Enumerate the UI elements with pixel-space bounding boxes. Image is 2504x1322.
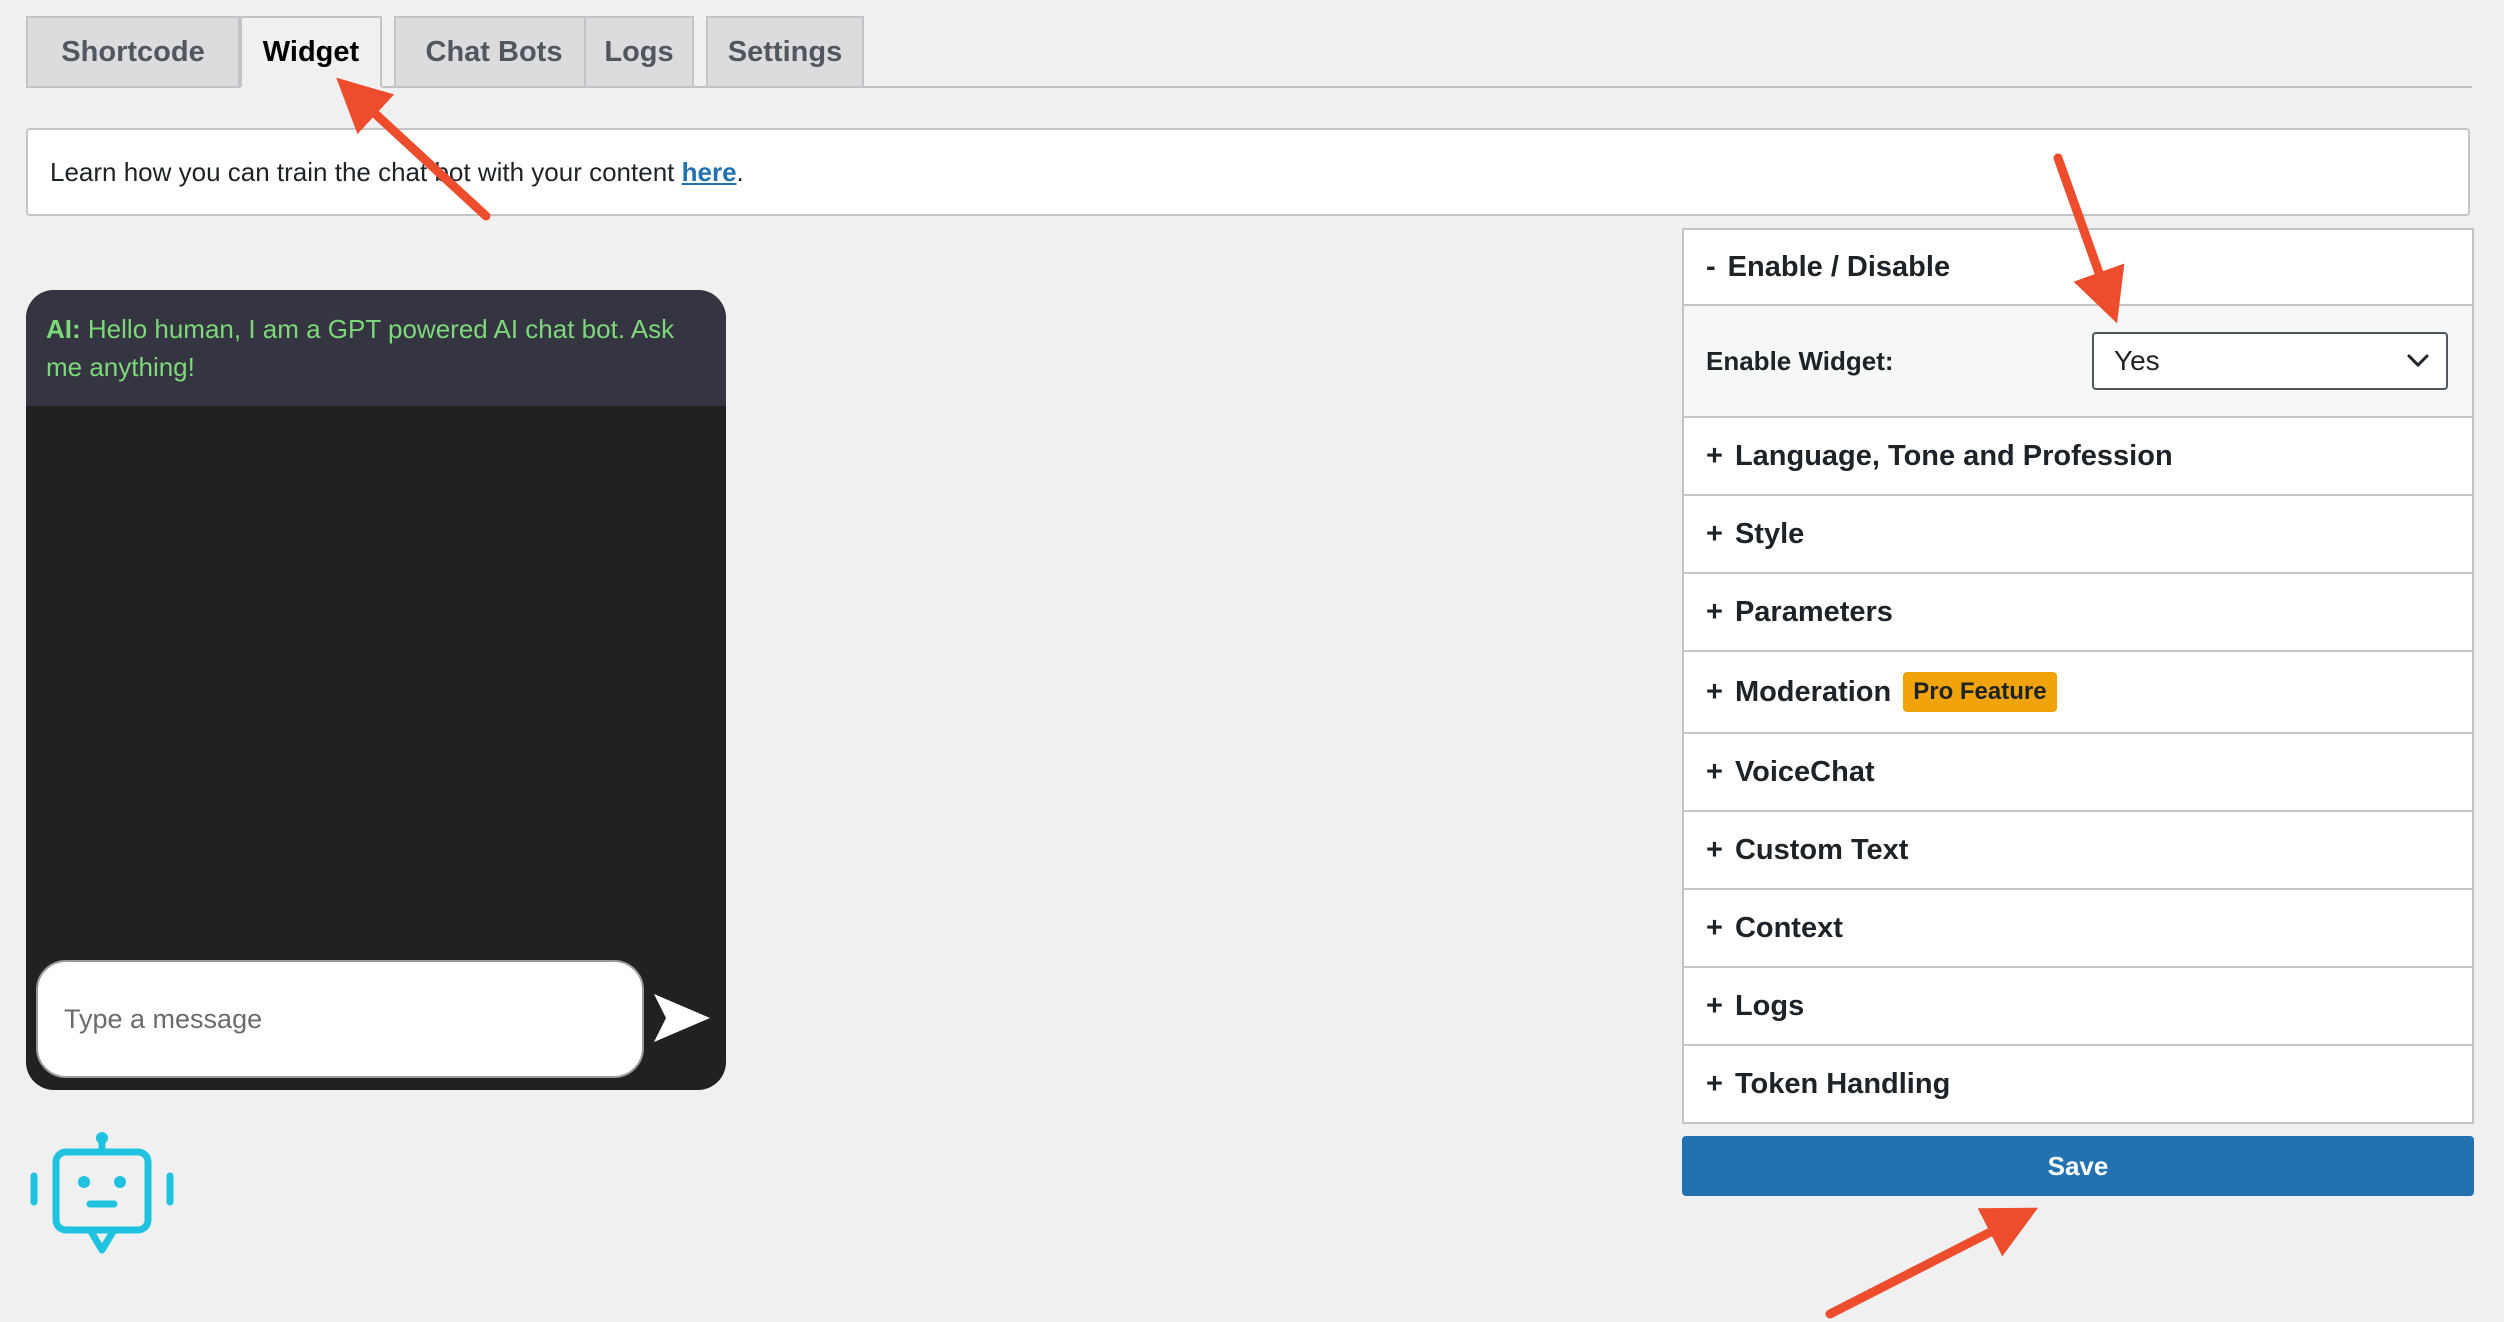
section-title: Enable / Disable bbox=[1727, 250, 1951, 283]
section-language-tone-profession[interactable]: + Language, Tone and Profession bbox=[1682, 418, 2474, 496]
section-enable-disable[interactable]: - Enable / Disable bbox=[1682, 228, 2474, 306]
section-title: Token Handling bbox=[1734, 1067, 1951, 1100]
expand-sign: + bbox=[1706, 1067, 1723, 1100]
bot-icon[interactable] bbox=[28, 1130, 176, 1262]
tab-shortcode[interactable]: Shortcode bbox=[26, 16, 240, 86]
section-title: Language, Tone and Profession bbox=[1734, 439, 2173, 472]
section-context[interactable]: + Context bbox=[1682, 890, 2474, 968]
send-icon[interactable] bbox=[652, 992, 712, 1044]
chevron-down-icon bbox=[2407, 354, 2429, 368]
enable-widget-label: Enable Widget: bbox=[1706, 345, 1894, 376]
settings-panel: - Enable / Disable Enable Widget: Yes + … bbox=[1682, 228, 2474, 1124]
section-custom-text[interactable]: + Custom Text bbox=[1682, 812, 2474, 890]
message-input-placeholder: Type a message bbox=[64, 1003, 263, 1034]
expand-sign: + bbox=[1706, 833, 1723, 866]
chat-message: AI: Hello human, I am a GPT powered AI c… bbox=[26, 290, 726, 406]
section-title: Context bbox=[1734, 911, 1843, 944]
chat-widget-preview: AI: Hello human, I am a GPT powered AI c… bbox=[26, 290, 726, 1090]
expand-sign: + bbox=[1706, 911, 1723, 944]
notice-link[interactable]: here bbox=[682, 157, 737, 188]
notice-suffix: . bbox=[736, 156, 744, 187]
expand-sign: + bbox=[1706, 755, 1723, 788]
expand-sign: + bbox=[1706, 517, 1723, 550]
section-logs[interactable]: + Logs bbox=[1682, 968, 2474, 1046]
enable-widget-select[interactable]: Yes bbox=[2092, 332, 2448, 390]
tab-widget[interactable]: Widget bbox=[240, 16, 382, 88]
section-title: Logs bbox=[1734, 989, 1805, 1022]
expand-sign: + bbox=[1706, 439, 1723, 472]
tab-settings[interactable]: Settings bbox=[706, 16, 864, 86]
section-title: Parameters bbox=[1734, 595, 1893, 628]
section-title: VoiceChat bbox=[1734, 755, 1875, 788]
tab-logs[interactable]: Logs bbox=[584, 16, 694, 86]
section-title: Custom Text bbox=[1734, 833, 1909, 866]
section-title: Moderation bbox=[1734, 675, 1892, 708]
tab-bar: Shortcode Widget Chat Bots Logs Settings bbox=[26, 16, 2472, 88]
arrow-to-save-button bbox=[1825, 1207, 2039, 1319]
section-voicechat[interactable]: + VoiceChat bbox=[1682, 734, 2474, 812]
expand-sign: + bbox=[1706, 595, 1723, 628]
expand-sign: + bbox=[1706, 675, 1723, 708]
expand-sign: + bbox=[1706, 989, 1723, 1022]
section-parameters[interactable]: + Parameters bbox=[1682, 574, 2474, 652]
enable-widget-value: Yes bbox=[2114, 345, 2160, 376]
enable-widget-field: Enable Widget: Yes bbox=[1682, 306, 2474, 418]
section-title: Style bbox=[1734, 517, 1805, 550]
save-button[interactable]: Save bbox=[1682, 1136, 2474, 1196]
section-style[interactable]: + Style bbox=[1682, 496, 2474, 574]
section-token-handling[interactable]: + Token Handling bbox=[1682, 1046, 2474, 1124]
pro-feature-badge: Pro Feature bbox=[1903, 672, 2057, 712]
section-moderation[interactable]: + Moderation Pro Feature bbox=[1682, 652, 2474, 734]
collapse-sign: - bbox=[1706, 250, 1716, 283]
chat-message-text: Hello human, I am a GPT powered AI chat … bbox=[46, 314, 675, 382]
tab-chat-bots[interactable]: Chat Bots bbox=[394, 16, 594, 86]
chat-sender: AI: bbox=[46, 314, 81, 344]
notice-text: Learn how you can train the chat bot wit… bbox=[50, 156, 682, 187]
message-input[interactable]: Type a message bbox=[36, 960, 644, 1078]
info-notice: Learn how you can train the chat bot wit… bbox=[26, 128, 2470, 216]
